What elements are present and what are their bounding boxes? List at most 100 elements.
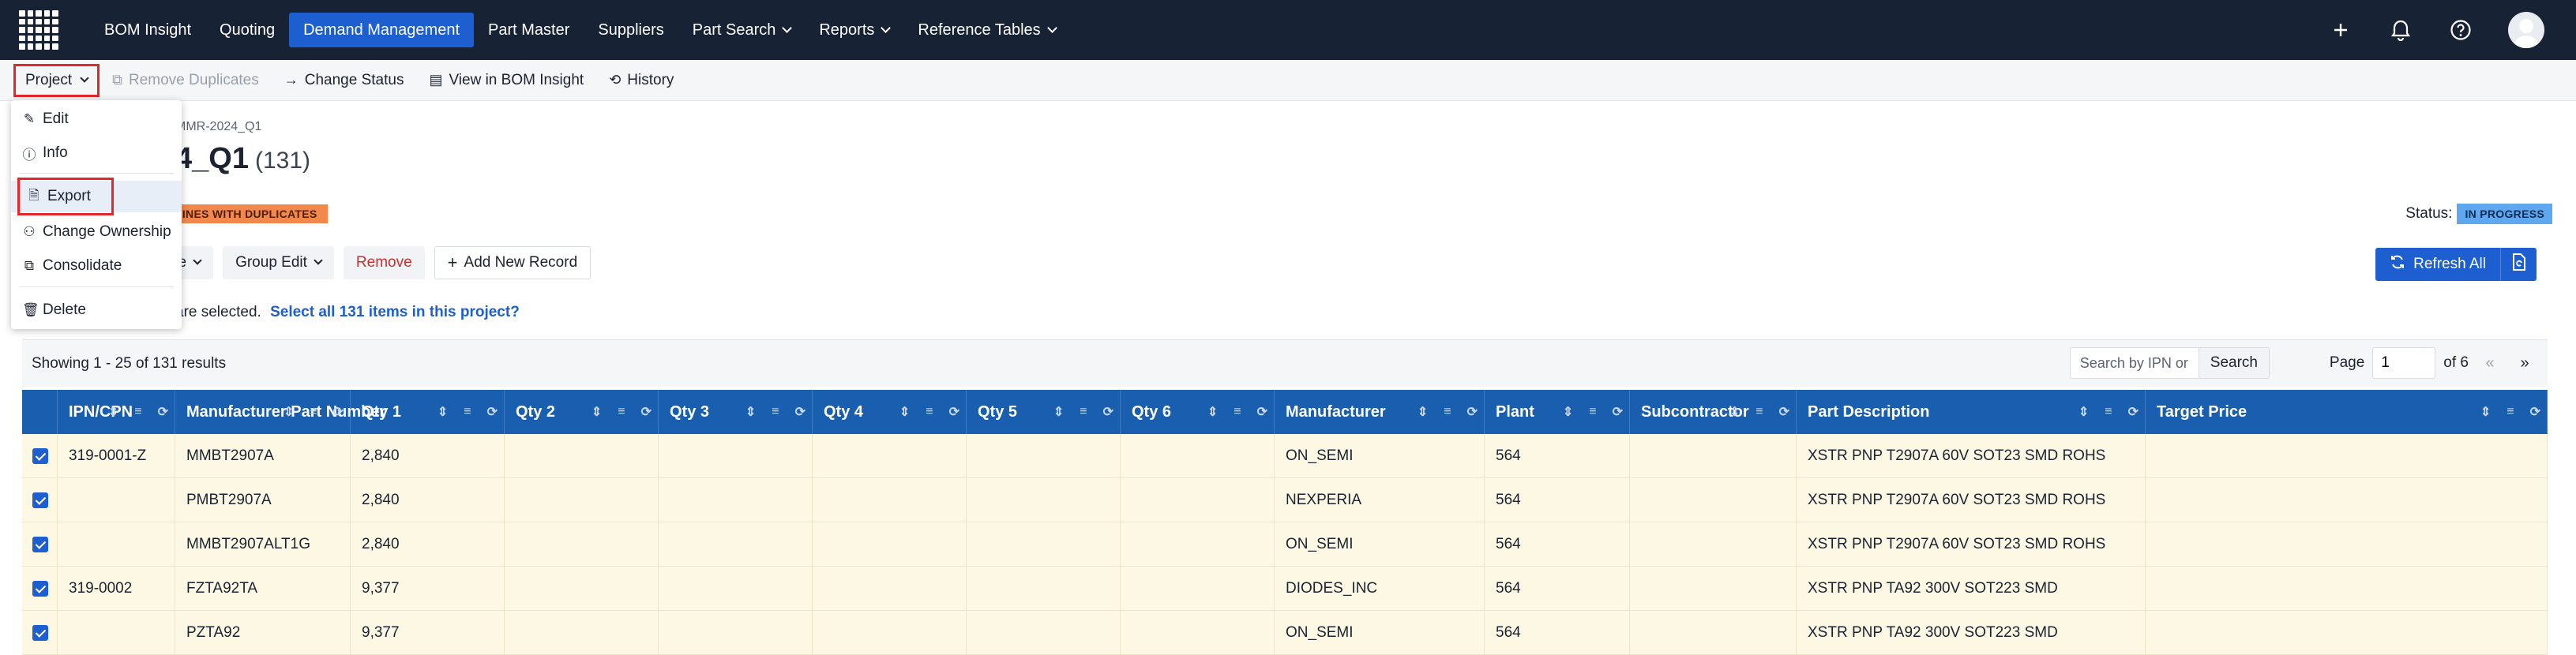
cell-qty-3[interactable] — [659, 611, 813, 655]
next-page-button[interactable]: » — [2511, 347, 2538, 379]
menu-item-edit[interactable]: ✎ Edit — [11, 103, 182, 135]
cell-qty-6[interactable] — [1121, 478, 1275, 522]
refresh-icon[interactable]: ⟳ — [158, 404, 168, 420]
nav-part-search[interactable]: Part Search — [678, 13, 805, 47]
project-menu-button[interactable]: Project — [13, 63, 100, 97]
cell-qty-5[interactable] — [967, 522, 1121, 567]
refresh-icon[interactable]: ⟳ — [1257, 404, 1267, 420]
filter-icon[interactable]: ≡ — [1756, 405, 1763, 419]
app-logo-icon[interactable] — [19, 10, 58, 50]
row-checkbox[interactable] — [32, 537, 48, 552]
cell-qty-1[interactable]: 2,840 — [351, 478, 505, 522]
sort-icon[interactable]: ⇕ — [2078, 404, 2089, 420]
filter-icon[interactable]: ≡ — [926, 405, 933, 419]
cell-part-description[interactable]: XSTR PNP TA92 300V SOT223 SMD — [1797, 567, 2146, 611]
column-header-subcontractor[interactable]: Subcontractor ⇕ ≡ ⟳ — [1630, 390, 1797, 434]
sort-icon[interactable]: ⇕ — [108, 404, 118, 420]
refresh-icon[interactable]: ⟳ — [795, 404, 805, 420]
cell-qty-3[interactable] — [659, 522, 813, 567]
column-header-qty-1[interactable]: Qty 1 ⇕ ≡ ⟳ — [351, 390, 505, 434]
cell-ipn-cpn[interactable] — [58, 478, 175, 522]
cell-plant[interactable]: 564 — [1485, 611, 1630, 655]
table-row[interactable]: PMBT2907A 2,840 NEXPERIA 564 XSTR PNP T2907A… — [22, 478, 2548, 522]
cell-qty-1[interactable]: 9,377 — [351, 611, 505, 655]
column-header-qty-3[interactable]: Qty 3 ⇕ ≡ ⟳ — [659, 390, 813, 434]
filter-icon[interactable]: ≡ — [1589, 405, 1596, 419]
cell-target-price[interactable] — [2146, 478, 2548, 522]
nav-demand-management[interactable]: Demand Management — [289, 13, 474, 47]
cell-manufacturer-part-number[interactable]: MMBT2907ALT1G — [175, 522, 351, 567]
row-checkbox[interactable] — [32, 581, 48, 597]
cell-part-description[interactable]: XSTR PNP T2907A 60V SOT23 SMD ROHS — [1797, 478, 2146, 522]
column-header-plant[interactable]: Plant ⇕ ≡ ⟳ — [1485, 390, 1630, 434]
nav-reports[interactable]: Reports — [805, 13, 903, 47]
cell-manufacturer[interactable]: ON_SEMI — [1275, 522, 1485, 567]
add-new-record-button[interactable]: + Add New Record — [434, 246, 591, 279]
table-row[interactable]: MMBT2907ALT1G 2,840 ON_SEMI 564 XSTR PNP T29… — [22, 522, 2548, 567]
menu-item-consolidate[interactable]: ⧉ Consolidate — [11, 250, 182, 282]
sort-icon[interactable]: ⇕ — [1207, 404, 1218, 420]
refresh-icon[interactable]: ⟳ — [2530, 404, 2540, 420]
cell-manufacturer[interactable]: ON_SEMI — [1275, 611, 1485, 655]
cell-part-description[interactable]: XSTR PNP TA92 300V SOT223 SMD — [1797, 611, 2146, 655]
cell-qty-1[interactable]: 9,377 — [351, 567, 505, 611]
column-header-ipn-cpn[interactable]: IPN/CPN ⇕ ≡ ⟳ — [58, 390, 175, 434]
menu-item-export[interactable]: 🗎 Export — [17, 178, 114, 215]
menu-item-delete[interactable]: 🗑 Delete — [11, 294, 182, 326]
sort-icon[interactable]: ⇕ — [591, 404, 602, 420]
table-row[interactable]: PZTA92 9,377 ON_SEMI 564 XSTR PNP TA92 300V … — [22, 611, 2548, 655]
cell-qty-3[interactable] — [659, 434, 813, 478]
select-all-link[interactable]: Select all 131 items in this project? — [270, 304, 520, 320]
sort-icon[interactable]: ⇕ — [2480, 404, 2491, 420]
filter-icon[interactable]: ≡ — [1234, 405, 1241, 419]
cell-ipn-cpn[interactable]: 319-0001-Z — [58, 434, 175, 478]
cell-qty-6[interactable] — [1121, 567, 1275, 611]
cell-manufacturer-part-number[interactable]: PZTA92 — [175, 611, 351, 655]
refresh-icon[interactable]: ⟳ — [1779, 404, 1789, 420]
cell-target-price[interactable] — [2146, 567, 2548, 611]
cell-qty-5[interactable] — [967, 567, 1121, 611]
cell-qty-5[interactable] — [967, 434, 1121, 478]
remove-button[interactable]: Remove — [343, 246, 425, 279]
search-button[interactable]: Search — [2199, 347, 2270, 379]
refresh-icon[interactable]: ⟳ — [487, 404, 498, 420]
column-header-qty-2[interactable]: Qty 2 ⇕ ≡ ⟳ — [505, 390, 659, 434]
cell-qty-6[interactable] — [1121, 611, 1275, 655]
cell-subcontractor[interactable] — [1630, 611, 1797, 655]
cell-manufacturer-part-number[interactable]: FZTA92TA — [175, 567, 351, 611]
cell-qty-2[interactable] — [505, 567, 659, 611]
nav-suppliers[interactable]: Suppliers — [584, 13, 678, 47]
cell-ipn-cpn[interactable] — [58, 611, 175, 655]
sort-icon[interactable]: ⇕ — [284, 404, 294, 420]
sort-icon[interactable]: ⇕ — [1563, 404, 1573, 420]
cell-manufacturer-part-number[interactable]: PMBT2907A — [175, 478, 351, 522]
cell-plant[interactable]: 564 — [1485, 522, 1630, 567]
help-icon[interactable] — [2448, 17, 2473, 43]
search-input[interactable] — [2069, 347, 2199, 379]
page-number-input[interactable] — [2372, 347, 2436, 379]
filter-icon[interactable]: ≡ — [1080, 405, 1087, 419]
cell-qty-4[interactable] — [813, 434, 967, 478]
cell-target-price[interactable] — [2146, 522, 2548, 567]
cell-qty-5[interactable] — [967, 611, 1121, 655]
sort-icon[interactable]: ⇕ — [1053, 404, 1064, 420]
column-header-qty-5[interactable]: Qty 5 ⇕ ≡ ⟳ — [967, 390, 1121, 434]
cell-subcontractor[interactable] — [1630, 478, 1797, 522]
cell-manufacturer[interactable]: ON_SEMI — [1275, 434, 1485, 478]
cell-qty-4[interactable] — [813, 478, 967, 522]
refresh-icon[interactable]: ⟳ — [949, 404, 959, 420]
cell-qty-1[interactable]: 2,840 — [351, 522, 505, 567]
filter-icon[interactable]: ≡ — [618, 405, 625, 419]
refresh-icon[interactable]: ⟳ — [333, 404, 344, 420]
row-checkbox[interactable] — [32, 492, 48, 508]
sort-icon[interactable]: ⇕ — [899, 404, 910, 420]
cell-manufacturer-part-number[interactable]: MMBT2907A — [175, 434, 351, 478]
cell-subcontractor[interactable] — [1630, 567, 1797, 611]
sort-icon[interactable]: ⇕ — [437, 404, 448, 420]
bell-icon[interactable] — [2388, 17, 2413, 43]
duplicates-badge[interactable]: LINES WITH DUPLICATES — [169, 204, 329, 223]
cell-qty-1[interactable]: 2,840 — [351, 434, 505, 478]
sort-icon[interactable]: ⇕ — [1729, 404, 1740, 420]
cell-qty-3[interactable] — [659, 478, 813, 522]
cell-target-price[interactable] — [2146, 611, 2548, 655]
